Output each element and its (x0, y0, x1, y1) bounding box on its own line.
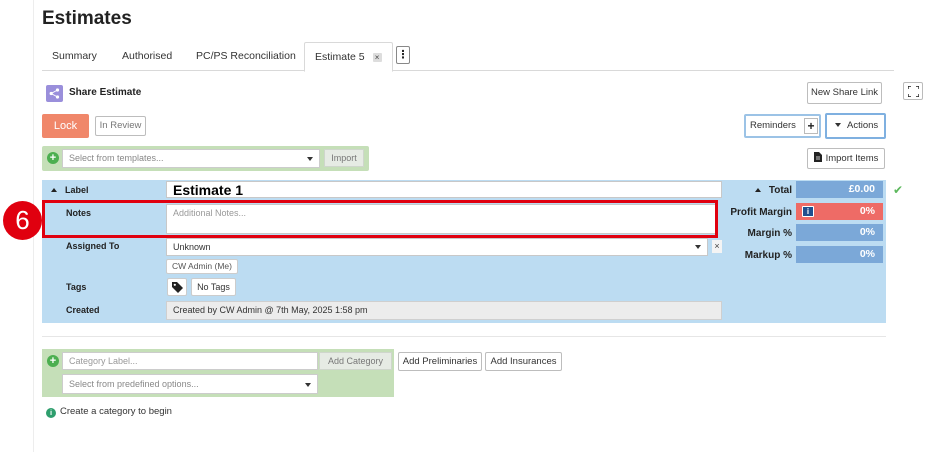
tab-label: Estimate 5 (315, 51, 365, 63)
markup-caption: Markup % (744, 250, 792, 261)
step-number-badge: 6 (3, 201, 42, 240)
info-icon: i (46, 408, 56, 418)
import-items-button[interactable]: Import Items (807, 148, 885, 169)
assigned-to-caption: Assigned To (66, 241, 120, 251)
section-divider (42, 336, 886, 337)
check-icon: ✔ (893, 183, 904, 197)
margin-caption: Margin % (747, 228, 792, 239)
empty-state-hint: i Create a category to begin (46, 406, 172, 418)
info-icon[interactable]: i (802, 206, 814, 217)
caret-down-icon (695, 245, 701, 249)
actions-label: Actions (847, 120, 879, 131)
tab-summary[interactable]: Summary (42, 42, 107, 71)
reminders-button[interactable]: Reminders (750, 120, 796, 131)
add-reminder-button[interactable]: + (804, 118, 818, 134)
created-info: Created by CW Admin @ 7th May, 2025 1:58… (166, 301, 722, 320)
label-caption-text: Label (65, 185, 89, 195)
profit-margin-value: i 0% (796, 203, 883, 220)
page-title: Estimates (42, 8, 132, 29)
templates-placeholder: Select from templates... (69, 153, 164, 163)
document-icon (813, 152, 822, 162)
total-value: £0.00 (796, 181, 883, 198)
caret-down-icon (835, 123, 841, 127)
assigned-to-value: Unknown (173, 242, 211, 252)
new-share-link-button[interactable]: New Share Link (807, 82, 882, 104)
tags-caption: Tags (66, 282, 87, 292)
import-template-button[interactable]: Import (324, 149, 364, 167)
caret-up-icon (51, 188, 57, 192)
caret-up-icon (754, 188, 761, 192)
total-caption-text: Total (768, 185, 792, 196)
predefined-placeholder: Select from predefined options... (69, 379, 199, 389)
fullscreen-button[interactable] (903, 82, 923, 100)
tab-authorised[interactable]: Authorised (112, 42, 182, 71)
tab-label: Summary (52, 50, 97, 62)
profit-margin-text: 0% (859, 205, 875, 217)
margin-value: 0% (796, 224, 883, 241)
assignee-chip[interactable]: CW Admin (Me) (166, 259, 238, 274)
share-icon (46, 85, 63, 102)
close-icon[interactable]: × (372, 52, 382, 62)
plus-circle-icon[interactable]: + (47, 355, 59, 367)
share-estimate-label: Share Estimate (69, 87, 142, 98)
caret-down-icon (307, 156, 313, 161)
created-caption: Created (66, 305, 100, 315)
templates-bar: + Select from templates... Import (42, 146, 369, 171)
templates-select[interactable]: Select from templates... (62, 149, 320, 168)
import-items-label: Import Items (825, 153, 879, 164)
profit-margin-caption: Profit Margin (730, 207, 792, 218)
assigned-to-select[interactable]: Unknown (166, 238, 708, 256)
actions-dropdown[interactable]: Actions (825, 113, 886, 139)
predefined-options-select[interactable]: Select from predefined options... (62, 374, 318, 394)
add-tag-button[interactable] (167, 278, 187, 296)
caret-down-icon (305, 383, 311, 387)
add-category-button[interactable]: Add Category (319, 352, 392, 370)
markup-value: 0% (796, 246, 883, 263)
tab-bar: Summary Authorised PC/PS Reconciliation … (42, 42, 894, 72)
label-caption[interactable]: Label (51, 185, 89, 195)
category-bar: + Category Label... Add Category Select … (42, 349, 394, 397)
expand-icon (908, 86, 919, 97)
category-label-input[interactable]: Category Label... (62, 352, 318, 370)
notes-highlight-box (42, 200, 718, 238)
tabs-more-button[interactable]: ⋮ (396, 46, 410, 64)
estimate-label-field[interactable]: Estimate 1 (166, 181, 722, 198)
reminders-button-group: Reminders + (744, 114, 821, 138)
hint-text: Create a category to begin (60, 406, 172, 417)
tab-label: PC/PS Reconciliation (196, 50, 296, 62)
total-caption[interactable]: Total (722, 185, 792, 196)
tag-icon (172, 282, 183, 293)
add-insurances-button[interactable]: Add Insurances (485, 352, 562, 371)
add-preliminaries-button[interactable]: Add Preliminaries (398, 352, 482, 371)
tags-value[interactable]: No Tags (191, 278, 236, 296)
tab-pcps-reconciliation[interactable]: PC/PS Reconciliation (186, 42, 306, 71)
tab-estimate-5[interactable]: Estimate 5 × (304, 42, 393, 72)
plus-circle-icon[interactable]: + (47, 152, 59, 164)
lock-button[interactable]: Lock (42, 114, 89, 138)
tab-label: Authorised (122, 50, 173, 62)
in-review-button[interactable]: In Review (95, 116, 146, 136)
